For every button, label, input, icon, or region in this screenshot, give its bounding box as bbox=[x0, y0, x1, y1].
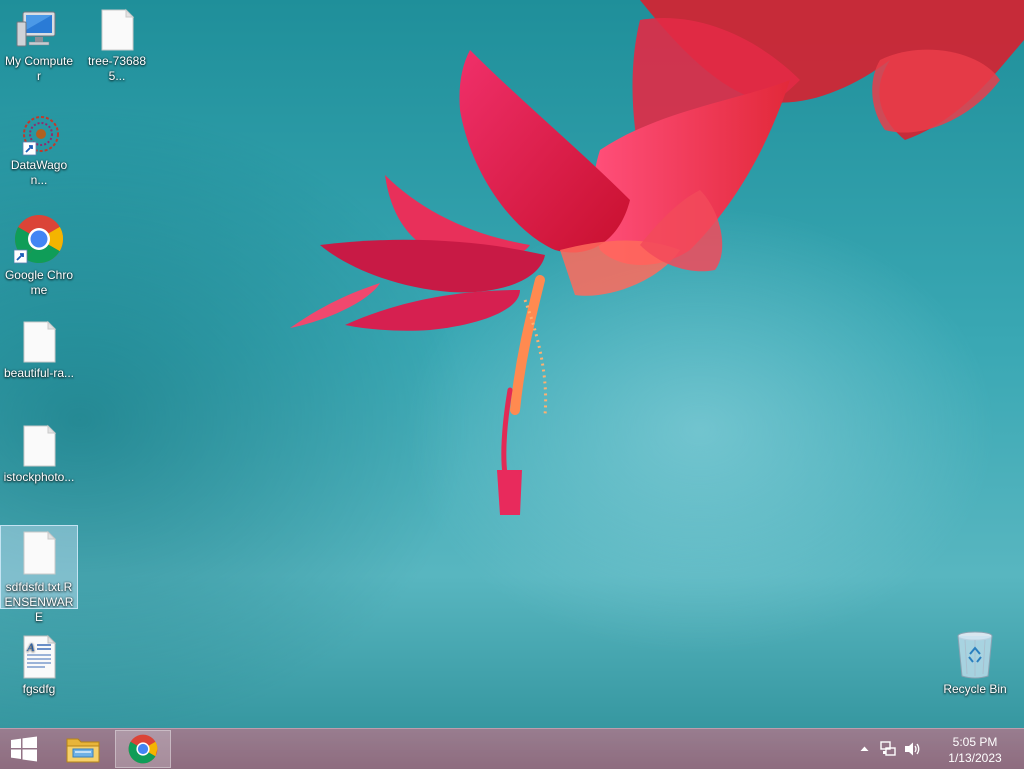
desktop-icon-label: beautiful-ra... bbox=[3, 366, 75, 380]
network-icon[interactable] bbox=[880, 741, 896, 757]
volume-icon[interactable] bbox=[904, 741, 921, 757]
computer-icon bbox=[16, 11, 56, 47]
recycle-bin-icon bbox=[957, 631, 993, 679]
system-tray: 5:05 PM 1/13/2023 bbox=[854, 729, 1024, 769]
desktop-icon-label: DataWagon... bbox=[10, 158, 68, 187]
blank-file-icon bbox=[23, 320, 57, 363]
desktop-icon-tree-file[interactable]: tree-736885... bbox=[79, 8, 155, 84]
blank-file-icon bbox=[101, 8, 135, 51]
svg-text:A: A bbox=[26, 640, 35, 654]
show-hidden-icons-chevron[interactable] bbox=[860, 745, 869, 752]
desktop-icon-beautiful-file[interactable]: beautiful-ra... bbox=[1, 320, 77, 381]
desktop-icon-istockphoto-file[interactable]: istockphoto... bbox=[1, 424, 77, 485]
desktop-icon-my-computer[interactable]: My Computer bbox=[1, 8, 77, 84]
desktop-icon-label: Recycle Bin bbox=[943, 682, 1007, 696]
taskbar-file-explorer-button[interactable] bbox=[55, 730, 111, 768]
chrome-icon bbox=[14, 215, 64, 264]
wallpaper-flower bbox=[290, 0, 1024, 515]
taskbar-chrome-button[interactable] bbox=[115, 730, 171, 768]
desktop-icon-fgsdfg[interactable]: A fgsdfg bbox=[1, 632, 77, 697]
blank-file-icon bbox=[23, 424, 57, 467]
desktop-icon-label: My Computer bbox=[4, 54, 74, 83]
desktop-icon-label: tree-736885... bbox=[87, 54, 147, 83]
file-explorer-icon bbox=[66, 738, 100, 763]
clock-time: 5:05 PM bbox=[952, 735, 998, 749]
wordpad-document-icon: A bbox=[23, 634, 57, 679]
taskbar-clock[interactable]: 5:05 PM 1/13/2023 bbox=[940, 734, 1010, 766]
desktop-icon-label: sdfdsfd.txt.RENSENWARE bbox=[4, 580, 74, 624]
desktop-icon-ransomware-file[interactable]: sdfdsfd.txt.RENSENWARE bbox=[0, 525, 78, 624]
taskbar: 5:05 PM 1/13/2023 bbox=[0, 728, 1024, 769]
clock-date: 1/13/2023 bbox=[948, 751, 1002, 765]
desktop-icon-label: fgsdfg bbox=[22, 682, 56, 696]
windows-logo-icon bbox=[11, 736, 37, 762]
desktop-icon-label: istockphoto... bbox=[3, 470, 75, 484]
datawagon-app-icon bbox=[22, 116, 59, 156]
desktop-icon-google-chrome[interactable]: Google Chrome bbox=[1, 214, 77, 298]
desktop-icon-label: Google Chrome bbox=[4, 268, 74, 297]
desktop-icon-datawagon[interactable]: DataWagon... bbox=[1, 112, 77, 188]
desktop-icon-recycle-bin[interactable]: Recycle Bin bbox=[937, 630, 1013, 697]
chrome-icon bbox=[128, 734, 158, 764]
blank-file-icon bbox=[23, 530, 57, 575]
start-button[interactable] bbox=[0, 730, 48, 768]
